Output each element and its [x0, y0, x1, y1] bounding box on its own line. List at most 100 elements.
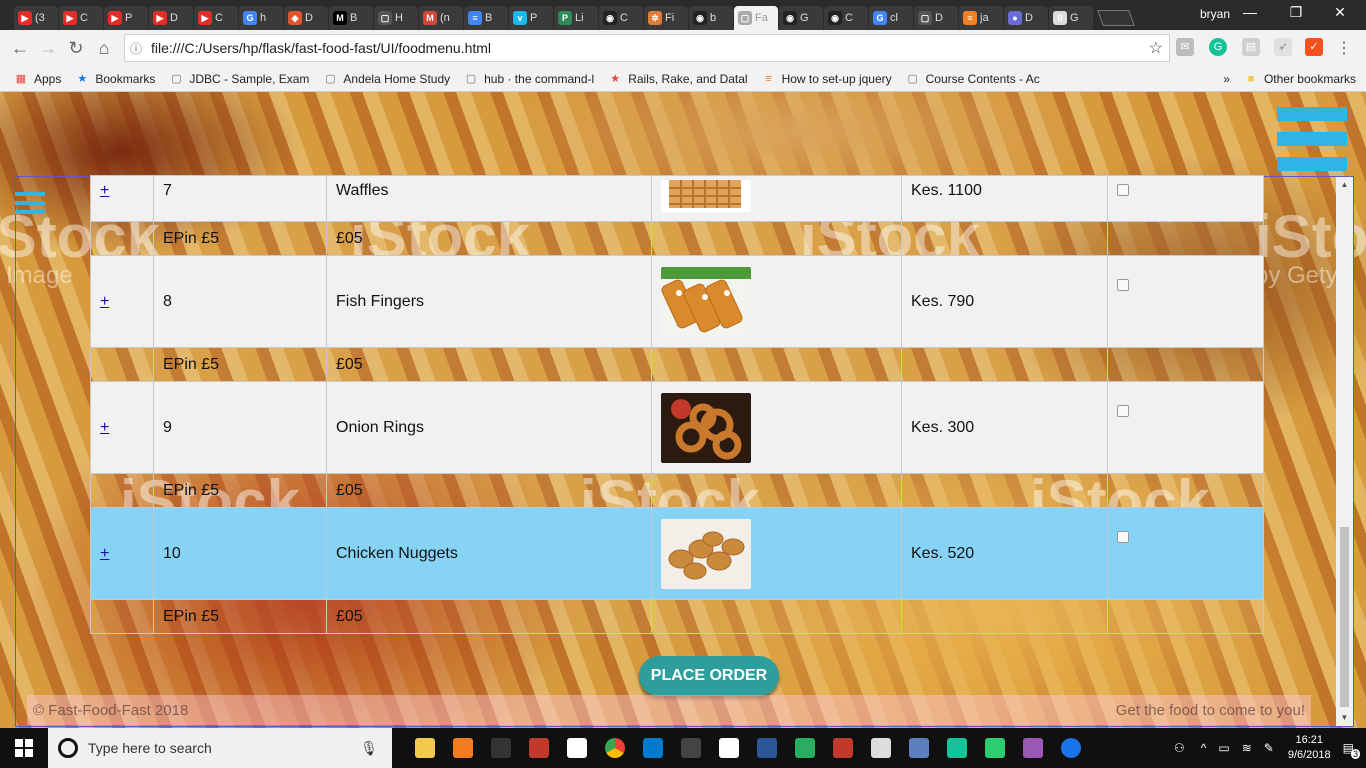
vlc-icon[interactable]	[444, 728, 482, 768]
home-icon[interactable]: ⌂	[90, 38, 118, 59]
bookmark-item[interactable]: ▦ Apps	[14, 72, 62, 86]
place-order-button[interactable]: PLACE ORDER	[639, 656, 779, 696]
cmd-icon[interactable]	[672, 728, 710, 768]
extension-page-icon[interactable]: ▤	[1242, 38, 1260, 56]
browser-tab[interactable]: ▶ C	[59, 6, 103, 30]
sidebar-menu-icon[interactable]	[15, 192, 45, 218]
sticky-notes-icon[interactable]	[558, 728, 596, 768]
browser-tab[interactable]: 0G	[1049, 6, 1093, 30]
browser-tab[interactable]: ▶ P	[104, 6, 148, 30]
maximize-button[interactable]: ❐	[1276, 4, 1316, 21]
add-item-link[interactable]: +	[100, 545, 109, 562]
taskbar-search[interactable]: Type here to search 🎙	[48, 728, 392, 768]
new-tab-button[interactable]	[1097, 10, 1135, 26]
extension-mail-icon[interactable]: ✉	[1176, 38, 1194, 56]
browser-tab[interactable]: ▶ (3	[14, 6, 58, 30]
bookmark-star-icon[interactable]: ☆	[1149, 38, 1163, 58]
bookmark-item[interactable]: ★ Bookmarks	[75, 72, 155, 86]
browser-tab[interactable]: ≡ ja	[959, 6, 1003, 30]
vscode-icon[interactable]	[634, 728, 672, 768]
terminal-icon[interactable]	[482, 728, 520, 768]
file-explorer-icon[interactable]	[406, 728, 444, 768]
browser-tab[interactable]: MB	[329, 6, 373, 30]
bookmark-item[interactable]: ▢ JDBC - Sample, Exam	[169, 72, 309, 86]
browser-tab[interactable]: Gh	[239, 6, 283, 30]
scrollbar-thumb[interactable]	[1340, 527, 1349, 707]
menu-kebab-icon[interactable]: ⋮	[1336, 38, 1352, 58]
browser-tab[interactable]: ≡ B	[464, 6, 508, 30]
scroll-down-arrow[interactable]: ▼	[1336, 710, 1353, 726]
browser-tab[interactable]: ◆ D	[284, 6, 328, 30]
add-item-link[interactable]: +	[100, 419, 109, 436]
battery-icon[interactable]: ▭	[1218, 741, 1229, 755]
bookmark-item[interactable]: ★ Rails, Rake, and Datal	[608, 72, 747, 86]
browser-tab[interactable]: ▢ H	[374, 6, 418, 30]
browser-tab[interactable]: ◉ C	[599, 6, 643, 30]
wifi-icon[interactable]: ≋	[1242, 741, 1252, 755]
help-icon[interactable]	[1052, 728, 1090, 768]
browser-tab[interactable]: Gcl	[869, 6, 913, 30]
tray-chevron-icon[interactable]: ^	[1201, 741, 1207, 755]
address-bar[interactable]: ⓘ file:///C:/Users/hp/flask/fast-food-fa…	[124, 34, 1170, 62]
bookmark-item[interactable]: ▢ hub · the command-l	[464, 72, 594, 86]
clock[interactable]: 16:21 9/6/2018	[1288, 733, 1331, 763]
monitor-icon[interactable]	[900, 728, 938, 768]
browser-tab[interactable]: ▢ Fa	[734, 6, 778, 30]
app-red-icon[interactable]	[520, 728, 558, 768]
extension-todoist-icon[interactable]: ✓	[1305, 38, 1323, 56]
select-checkbox[interactable]	[1117, 278, 1129, 291]
browser-tab[interactable]: ▢ D	[914, 6, 958, 30]
profile-name[interactable]: bryan	[1200, 7, 1230, 21]
git-icon[interactable]	[976, 728, 1014, 768]
minimize-button[interactable]: —	[1230, 4, 1270, 20]
grammarly-app-icon[interactable]	[938, 728, 976, 768]
browser-tab[interactable]: M (n	[419, 6, 463, 30]
browser-tab[interactable]: P Li	[554, 6, 598, 30]
grammarly-icon[interactable]: G	[1209, 38, 1227, 56]
bookmarks-overflow-icon[interactable]: »	[1223, 72, 1230, 86]
browser-tab[interactable]: ◉ b	[689, 6, 733, 30]
info-icon[interactable]: ⓘ	[125, 40, 147, 57]
extension-feather-icon[interactable]: ➶	[1274, 38, 1292, 56]
browser-tab[interactable]: ● D	[1004, 6, 1048, 30]
browser-tab[interactable]: ▶ C	[194, 6, 238, 30]
url-text[interactable]: file:///C:/Users/hp/flask/fast-food-fast…	[147, 40, 491, 56]
other-bookmarks[interactable]: ■ Other bookmarks	[1244, 72, 1356, 86]
table-row[interactable]: +8 Fish Fingers Kes. 790	[90, 255, 1264, 348]
browser-tab[interactable]: ◉ C	[824, 6, 868, 30]
people-icon[interactable]: ⚇	[1174, 741, 1185, 755]
emoji-app-icon[interactable]	[862, 728, 900, 768]
scroll-up-arrow[interactable]: ▲	[1336, 177, 1353, 193]
table-row[interactable]: +9 Onion Rings Kes. 300	[90, 381, 1264, 474]
select-checkbox[interactable]	[1117, 530, 1129, 543]
browser-tab[interactable]: ◉ G	[779, 6, 823, 30]
word-icon[interactable]	[748, 728, 786, 768]
forward-icon[interactable]: →	[34, 38, 62, 59]
add-item-link[interactable]: +	[100, 293, 109, 310]
bookmark-item[interactable]: ▢ Andela Home Study	[323, 72, 450, 86]
notifications-icon[interactable]: ▤ 3	[1343, 741, 1360, 759]
bookmark-item[interactable]: ▢ Course Contents - Ac	[906, 72, 1039, 86]
microphone-icon[interactable]: 🎙	[360, 740, 378, 757]
close-button[interactable]: ✕	[1320, 4, 1360, 21]
github-icon: ◉	[783, 11, 797, 25]
select-checkbox[interactable]	[1117, 404, 1129, 417]
browser-tab[interactable]: ✲ Fi	[644, 6, 688, 30]
browser-tab[interactable]: ▶ D	[149, 6, 193, 30]
hamburger-menu-icon[interactable]	[1277, 107, 1347, 171]
reload-icon[interactable]: ↻	[62, 38, 90, 59]
start-button[interactable]	[0, 728, 48, 768]
back-icon[interactable]: ←	[6, 38, 34, 59]
select-checkbox[interactable]	[1117, 183, 1129, 196]
bookmark-item[interactable]: ≡ How to set-up jquery	[762, 72, 891, 86]
vertical-scrollbar[interactable]: ▲ ▼	[1336, 177, 1353, 726]
refresh-app-icon[interactable]	[786, 728, 824, 768]
zotero-icon[interactable]	[824, 728, 862, 768]
table-row[interactable]: +10 Chicken Nuggets Kes. 520	[90, 507, 1264, 600]
slack-icon[interactable]	[710, 728, 748, 768]
pen-icon[interactable]: ✎	[1264, 741, 1274, 755]
paint-icon[interactable]	[1014, 728, 1052, 768]
add-item-link[interactable]: +	[100, 182, 109, 199]
browser-tab[interactable]: vP	[509, 6, 553, 30]
chrome-icon[interactable]	[596, 728, 634, 768]
